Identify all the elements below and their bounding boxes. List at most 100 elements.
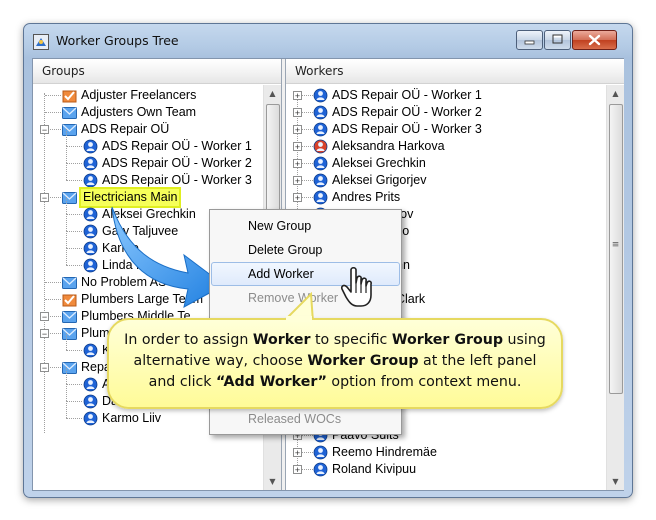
envelope-group-icon bbox=[62, 107, 77, 119]
tree-expand-toggle[interactable]: + bbox=[293, 91, 302, 101]
workers-scrollbar[interactable]: ▲ ≡ ▼ bbox=[606, 85, 624, 490]
worker-node[interactable]: + Aleksei Grechkin bbox=[286, 155, 606, 172]
worker-node-label: Andres Prits bbox=[332, 190, 401, 204]
tree-node-label: ADS Repair OÜ - Worker 3 bbox=[102, 173, 252, 187]
person-icon bbox=[83, 207, 98, 222]
menu-item-delete-group[interactable]: Delete Group bbox=[211, 238, 400, 262]
close-button[interactable] bbox=[572, 30, 617, 50]
tree-node-label: ADS Repair OÜ - Worker 1 bbox=[102, 139, 252, 153]
workers-header[interactable]: Workers bbox=[286, 59, 624, 84]
tree-guide-line bbox=[302, 435, 313, 436]
tree-expand-toggle[interactable]: + bbox=[293, 108, 302, 118]
scroll-up-arrow-icon[interactable]: ▲ bbox=[264, 85, 281, 102]
tree-guide-line bbox=[66, 333, 67, 350]
worker-node[interactable]: + Andres Prits bbox=[286, 189, 606, 206]
tree-guide-line bbox=[302, 95, 313, 96]
tree-collapse-toggle[interactable]: − bbox=[40, 363, 49, 373]
worker-node-label: ADS Repair OÜ - Worker 1 bbox=[332, 88, 482, 102]
tree-collapse-toggle[interactable]: − bbox=[40, 329, 49, 339]
worker-node[interactable]: + Aleksei Grigorjev bbox=[286, 172, 606, 189]
menu-item-released-wocs[interactable]: Released WOCs bbox=[211, 407, 400, 431]
worker-node[interactable]: + ADS Repair OÜ - Worker 1 bbox=[286, 87, 606, 104]
worker-node-label: Roland Kivipuu bbox=[332, 462, 417, 476]
person-icon bbox=[83, 241, 98, 256]
tree-expand-toggle[interactable]: + bbox=[293, 159, 302, 169]
tree-guide-line bbox=[66, 401, 82, 402]
tree-guide-line bbox=[66, 231, 67, 248]
maximize-button[interactable] bbox=[544, 30, 571, 50]
maximize-icon bbox=[552, 34, 563, 44]
worker-node-label: Aleksei Grechkin bbox=[332, 156, 426, 170]
tree-collapse-toggle[interactable]: − bbox=[40, 125, 49, 135]
envelope-group-icon bbox=[62, 277, 77, 289]
envelope-group-icon bbox=[62, 311, 77, 323]
menu-item-new-group[interactable]: New Group bbox=[211, 214, 400, 238]
tree-guide-line bbox=[66, 129, 67, 146]
worker-node[interactable]: + Reemo Hindremäe bbox=[286, 444, 606, 461]
scroll-grip-icon: ≡ bbox=[611, 240, 620, 250]
title-bar[interactable]: Worker Groups Tree bbox=[24, 24, 632, 58]
tree-guide-line bbox=[66, 384, 67, 401]
tree-node-label: Karmo Liiv bbox=[102, 411, 162, 425]
worker-node-label: Reemo Hindremäe bbox=[332, 445, 437, 459]
person-icon bbox=[83, 343, 98, 358]
person-icon bbox=[313, 88, 328, 103]
tree-guide-line bbox=[66, 163, 67, 180]
tree-guide-line bbox=[302, 163, 313, 164]
tree-worker-node[interactable]: ADS Repair OÜ - Worker 3 bbox=[33, 163, 264, 189]
groups-header[interactable]: Groups bbox=[33, 59, 281, 84]
tree-expand-toggle[interactable]: + bbox=[293, 193, 302, 203]
worker-node[interactable]: + ADS Repair OÜ - Worker 2 bbox=[286, 104, 606, 121]
tree-expand-toggle[interactable]: + bbox=[293, 142, 302, 152]
tree-collapse-toggle[interactable]: − bbox=[40, 193, 49, 203]
scroll-down-arrow-icon[interactable]: ▼ bbox=[607, 473, 624, 490]
tree-node-label: ADS Repair OÜ - Worker 2 bbox=[102, 156, 252, 170]
tree-guide-line bbox=[302, 197, 313, 198]
tree-group-node[interactable]: Adjuster Freelancers bbox=[33, 87, 264, 104]
tree-expand-toggle[interactable]: + bbox=[293, 448, 302, 458]
scroll-down-arrow-icon[interactable]: ▼ bbox=[264, 473, 281, 490]
person-icon bbox=[83, 411, 98, 426]
envelope-group-icon bbox=[62, 124, 77, 136]
tree-guide-line bbox=[302, 180, 313, 181]
tree-guide-line bbox=[45, 299, 61, 300]
person-icon bbox=[83, 173, 98, 188]
tree-expand-toggle[interactable]: + bbox=[293, 125, 302, 135]
tree-guide-line bbox=[302, 469, 313, 470]
callout-pointer-join bbox=[286, 316, 312, 322]
worker-node-label: Aleksei Grigorjev bbox=[332, 173, 427, 187]
tree-guide-line bbox=[66, 384, 82, 385]
worker-node-label: Aleksandra Harkova bbox=[332, 139, 445, 153]
hand-pointer-icon bbox=[341, 266, 372, 307]
tree-guide-line bbox=[302, 129, 313, 130]
tree-worker-node[interactable]: ADS Repair OÜ - Worker 2 bbox=[33, 146, 264, 172]
worker-node[interactable]: + Aleksandra Harkova bbox=[286, 138, 606, 155]
scroll-up-arrow-icon[interactable]: ▲ bbox=[607, 85, 624, 102]
person-icon bbox=[313, 105, 328, 120]
tree-worker-node[interactable]: ADS Repair OÜ - Worker 1 bbox=[33, 129, 264, 155]
tree-guide-line bbox=[302, 112, 313, 113]
tree-expand-toggle[interactable]: + bbox=[293, 176, 302, 186]
tree-guide-line bbox=[66, 367, 67, 384]
worker-node[interactable]: + Roland Kivipuu bbox=[286, 461, 606, 478]
tree-node-label: Adjuster Freelancers bbox=[81, 88, 197, 102]
tree-guide-line bbox=[302, 146, 313, 147]
person-icon bbox=[83, 377, 98, 392]
tree-guide-line bbox=[66, 197, 67, 214]
person-icon bbox=[313, 139, 328, 154]
tree-group-node[interactable]: − ADS Repair OÜ bbox=[33, 121, 264, 138]
worker-node[interactable]: + ADS Repair OÜ - Worker 3 bbox=[286, 121, 606, 138]
tree-guide-line bbox=[66, 146, 67, 163]
tree-node-label: ADS Repair OÜ bbox=[81, 122, 170, 136]
minimize-button[interactable] bbox=[516, 30, 543, 50]
tree-guide-line bbox=[66, 214, 82, 215]
tree-group-node[interactable]: Adjusters Own Team bbox=[33, 104, 264, 121]
tree-guide-line bbox=[66, 350, 82, 351]
tree-guide-line bbox=[66, 248, 67, 265]
tree-guide-line bbox=[66, 248, 82, 249]
tree-collapse-toggle[interactable]: − bbox=[40, 312, 49, 322]
tree-expand-toggle[interactable]: + bbox=[293, 465, 302, 475]
worker-node-label: ADS Repair OÜ - Worker 3 bbox=[332, 122, 482, 136]
person-icon bbox=[313, 122, 328, 137]
callout-text: In order to assign Worker to specific Wo… bbox=[124, 332, 546, 390]
